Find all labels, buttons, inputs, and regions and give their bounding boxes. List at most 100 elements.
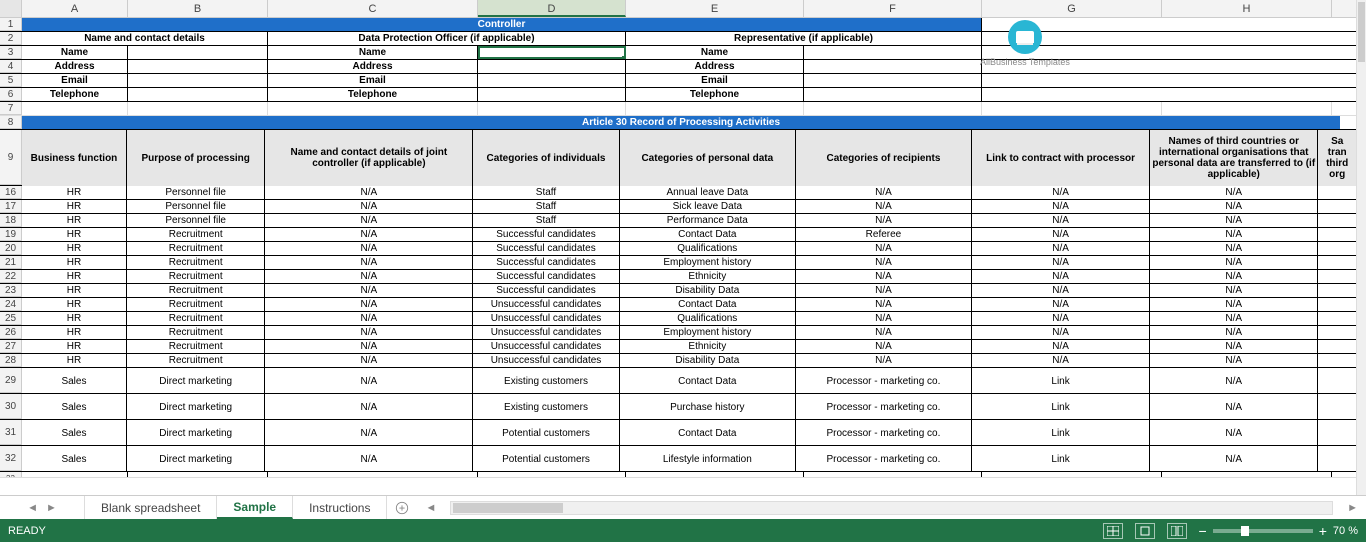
cell[interactable]: N/A [796, 298, 972, 311]
cell[interactable] [1318, 368, 1356, 394]
cell[interactable]: Staff [473, 186, 619, 199]
blank-cell[interactable] [1162, 102, 1332, 115]
cell[interactable] [1162, 472, 1332, 478]
controller-title[interactable]: Controller [22, 18, 982, 31]
contact-value[interactable] [478, 74, 626, 87]
cell[interactable]: Existing customers [473, 394, 619, 420]
cell[interactable]: Processor - marketing co. [796, 394, 972, 420]
cell[interactable] [22, 472, 128, 478]
tab-nav-next-icon[interactable]: ► [46, 502, 57, 514]
contact-label[interactable]: Telephone [22, 88, 128, 101]
cell[interactable] [1318, 354, 1356, 367]
blank-cell[interactable] [478, 102, 626, 115]
view-normal-button[interactable] [1103, 523, 1123, 539]
row-header[interactable]: 17 [0, 200, 22, 213]
cell[interactable]: Existing customers [473, 368, 619, 394]
row-header[interactable]: 25 [0, 312, 22, 325]
contact-value[interactable] [804, 60, 982, 73]
cell[interactable]: N/A [265, 228, 473, 241]
cell[interactable]: Processor - marketing co. [796, 368, 972, 394]
cell[interactable]: Contact Data [620, 420, 796, 446]
cell[interactable]: Employment history [620, 256, 796, 269]
cell[interactable]: HR [22, 326, 127, 339]
row-header[interactable]: 23 [0, 284, 22, 297]
cell[interactable]: Sick leave Data [620, 200, 796, 213]
blank-cell[interactable] [982, 102, 1162, 115]
cell[interactable]: Recruitment [127, 298, 266, 311]
cell[interactable]: N/A [796, 256, 972, 269]
row-header[interactable]: 9 [0, 130, 22, 185]
blank-cell[interactable] [804, 102, 982, 115]
cell[interactable]: Link [972, 368, 1150, 394]
cell[interactable]: N/A [265, 256, 473, 269]
th-categories-personal-data[interactable]: Categories of personal data [620, 130, 796, 186]
cell[interactable] [1318, 340, 1356, 353]
cell[interactable]: HR [22, 214, 127, 227]
cell[interactable]: N/A [972, 354, 1150, 367]
cell[interactable]: Direct marketing [127, 446, 266, 472]
cell[interactable]: Successful candidates [473, 256, 619, 269]
cell[interactable]: HR [22, 200, 127, 213]
cell[interactable]: N/A [265, 340, 473, 353]
contact-label[interactable]: Telephone [626, 88, 804, 101]
cell[interactable]: Qualifications [620, 312, 796, 325]
cell[interactable]: Ethnicity [620, 270, 796, 283]
cell[interactable]: Disability Data [620, 284, 796, 297]
cell[interactable] [982, 472, 1162, 478]
row-header[interactable]: 1 [0, 18, 22, 31]
th-purpose[interactable]: Purpose of processing [127, 130, 266, 186]
section-dpo[interactable]: Data Protection Officer (if applicable) [268, 32, 626, 45]
cell[interactable]: Recruitment [127, 228, 266, 241]
cell[interactable]: N/A [1150, 242, 1318, 255]
cell[interactable]: Staff [473, 200, 619, 213]
cell[interactable]: Recruitment [127, 284, 266, 297]
cell[interactable] [1318, 298, 1356, 311]
cell[interactable]: Direct marketing [127, 420, 266, 446]
blank-cell[interactable] [268, 102, 478, 115]
cell[interactable]: N/A [972, 228, 1150, 241]
article-title[interactable]: Article 30 Record of Processing Activiti… [22, 116, 1340, 129]
contact-value[interactable] [128, 46, 268, 59]
cell[interactable]: N/A [1150, 214, 1318, 227]
cell[interactable]: N/A [265, 368, 473, 394]
cell[interactable]: Sales [22, 368, 127, 394]
cell[interactable]: N/A [265, 214, 473, 227]
cell[interactable]: N/A [265, 186, 473, 199]
col-header-A[interactable]: A [22, 0, 128, 17]
th-partial[interactable]: Sa tran third org [1318, 130, 1356, 186]
cell[interactable]: Unsuccessful candidates [473, 312, 619, 325]
cell[interactable]: Sales [22, 420, 127, 446]
cell[interactable]: Contact Data [620, 298, 796, 311]
blank-cell[interactable] [982, 74, 1340, 87]
blank-cell[interactable] [128, 102, 268, 115]
cell[interactable]: N/A [1150, 354, 1318, 367]
row-header[interactable]: 6 [0, 88, 22, 101]
cell[interactable] [1318, 186, 1356, 199]
cell[interactable]: N/A [972, 312, 1150, 325]
cell[interactable]: Successful candidates [473, 270, 619, 283]
cell[interactable]: N/A [972, 326, 1150, 339]
cell[interactable]: N/A [1150, 186, 1318, 199]
contact-value[interactable] [804, 88, 982, 101]
cell[interactable] [1318, 242, 1356, 255]
cell[interactable]: N/A [265, 446, 473, 472]
cell[interactable]: Potential customers [473, 446, 619, 472]
add-sheet-button[interactable] [387, 496, 417, 519]
cell[interactable]: Personnel file [127, 200, 266, 213]
row-header[interactable]: 26 [0, 326, 22, 339]
th-categories-recipients[interactable]: Categories of recipients [796, 130, 972, 186]
row-header[interactable]: 5 [0, 74, 22, 87]
cell[interactable]: N/A [265, 354, 473, 367]
contact-value[interactable] [478, 88, 626, 101]
cell[interactable]: Unsuccessful candidates [473, 326, 619, 339]
cell[interactable]: N/A [972, 242, 1150, 255]
cell[interactable]: N/A [972, 284, 1150, 297]
cell[interactable]: N/A [972, 214, 1150, 227]
hscroll-thumb[interactable] [453, 503, 563, 513]
row-header[interactable]: 19 [0, 228, 22, 241]
contact-value[interactable] [804, 46, 982, 59]
cell[interactable]: N/A [1150, 394, 1318, 420]
th-contract-link[interactable]: Link to contract with processor [972, 130, 1150, 186]
contact-label[interactable]: Email [268, 74, 478, 87]
contact-label[interactable]: Name [626, 46, 804, 59]
